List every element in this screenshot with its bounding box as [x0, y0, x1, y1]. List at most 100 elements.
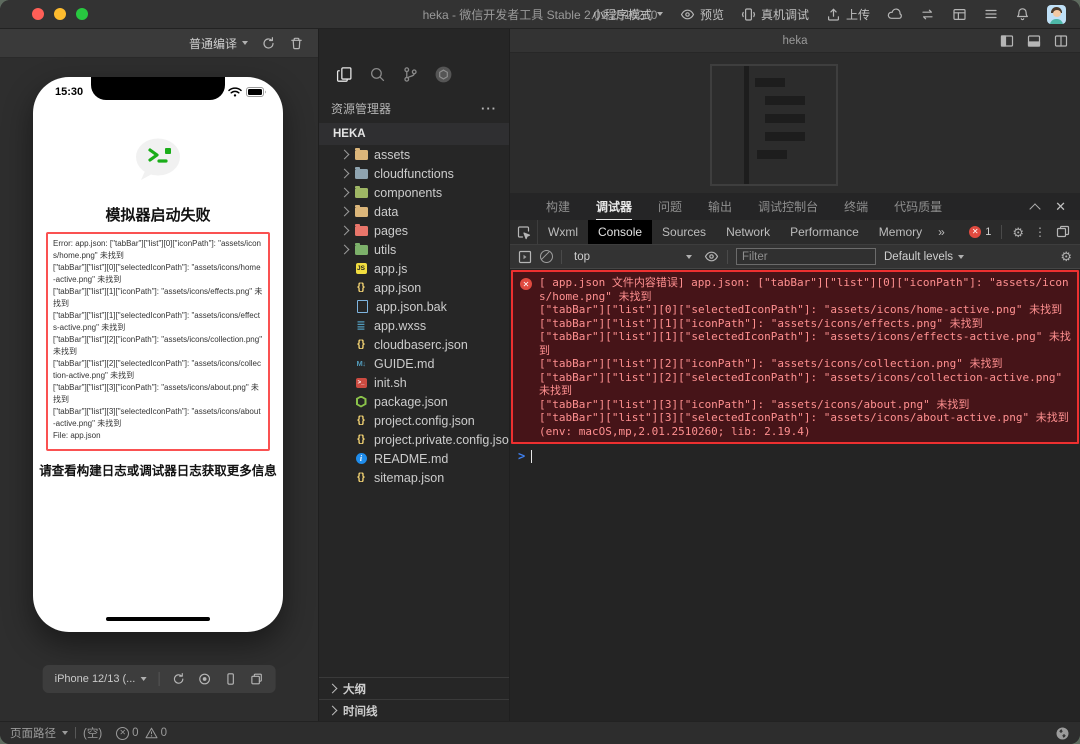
debugger-titlebar: heka — [510, 29, 1080, 53]
folder-icon — [355, 169, 368, 179]
recompile-icon[interactable] — [261, 36, 276, 51]
tree-file-GUIDE.md[interactable]: M↓GUIDE.md — [319, 354, 509, 373]
notifications-button[interactable] — [1015, 7, 1030, 22]
dock-side-icon[interactable] — [1056, 225, 1070, 239]
debugger-tab-问题[interactable]: 问题 — [658, 193, 682, 220]
more-actions-icon[interactable]: ··· — [481, 101, 497, 116]
multi-window-icon[interactable] — [249, 672, 263, 686]
project-root-row[interactable]: HEKA — [319, 123, 509, 145]
real-device-debug-button[interactable]: 真机调试 — [741, 6, 809, 23]
package-circle-icon — [434, 65, 453, 84]
console-error-entry[interactable]: ✕ [ app.json 文件内容错误] app.json: ["tabBar"… — [511, 270, 1079, 444]
console-settings-icon[interactable]: ⚙ — [1060, 250, 1072, 263]
tree-file-app.json.bak[interactable]: app.json.bak — [319, 297, 509, 316]
console-output: ✕ [ app.json 文件内容错误] app.json: ["tabBar"… — [510, 269, 1080, 721]
tree-folder-components[interactable]: components — [319, 183, 509, 202]
console-toolbar: top Filter Default levels ⚙ — [510, 245, 1080, 269]
tree-folder-utils[interactable]: utils — [319, 240, 509, 259]
console-filter-input[interactable]: Filter — [736, 248, 876, 265]
devtools-tab-performance[interactable]: Performance — [780, 220, 869, 244]
files-view-button[interactable] — [333, 63, 355, 85]
problems-indicator[interactable]: ✕0 0 — [116, 727, 167, 740]
upload-button[interactable]: 上传 — [826, 6, 870, 23]
outline-section[interactable]: 大纲 — [319, 677, 509, 699]
tree-file-package.json[interactable]: package.json — [319, 392, 509, 411]
tree-folder-pages[interactable]: pages — [319, 221, 509, 240]
close-panel-icon[interactable]: ✕ — [1055, 200, 1066, 213]
simulator-panel: 普通编译 15:30 — [0, 29, 319, 721]
toggle-split-panel-icon[interactable] — [1054, 34, 1068, 48]
minimize-window-button[interactable] — [54, 8, 66, 20]
clear-console-icon[interactable] — [540, 250, 553, 263]
console-error-line: [ app.json 文件内容错误] app.json: ["tabBar"][… — [539, 276, 1071, 303]
toggle-left-panel-icon[interactable] — [1000, 34, 1014, 48]
devtools-tab-console[interactable]: Console — [588, 220, 652, 244]
error-count-badge[interactable]: ✕ 1 — [969, 226, 991, 238]
devtools-tab-network[interactable]: Network — [716, 220, 780, 244]
timeline-section[interactable]: 时间线 — [319, 699, 509, 721]
debugger-tab-构建[interactable]: 构建 — [546, 193, 570, 220]
source-control-button[interactable] — [399, 63, 421, 85]
toggle-bottom-panel-icon[interactable] — [1027, 34, 1041, 48]
json-file-icon: {} — [354, 433, 368, 446]
devtools-tab-wxml[interactable]: Wxml — [538, 220, 588, 244]
tree-file-cloudbaserc.json[interactable]: {}cloudbaserc.json — [319, 335, 509, 354]
json-file-icon: {} — [354, 414, 368, 427]
tree-file-app.js[interactable]: JSapp.js — [319, 259, 509, 278]
phone-frame-icon[interactable] — [223, 672, 237, 686]
error-circle-icon: ✕ — [969, 226, 981, 238]
debugger-tab-代码质量[interactable]: 代码质量 — [894, 193, 942, 220]
miniprogram-mode-dropdown[interactable]: 小程序模式 — [592, 6, 663, 23]
record-screen-icon[interactable] — [197, 672, 211, 686]
folder-label: utils — [374, 243, 396, 257]
preview-button[interactable]: 预览 — [680, 6, 724, 23]
devtools-tab-sources[interactable]: Sources — [652, 220, 716, 244]
rotate-device-icon[interactable] — [171, 672, 185, 686]
devtools-tab-memory[interactable]: Memory — [869, 220, 932, 244]
devtools-menu-icon[interactable]: ⋮ — [1034, 225, 1046, 239]
folder-label: assets — [374, 148, 410, 162]
layout-button[interactable] — [952, 7, 967, 22]
upload-icon — [826, 7, 841, 22]
tree-file-app.wxss[interactable]: ≣app.wxss — [319, 316, 509, 335]
tree-folder-cloudfunctions[interactable]: cloudfunctions — [319, 164, 509, 183]
live-expression-eye-icon[interactable] — [704, 249, 719, 264]
error-line: ["tabBar"]["list"][3]["selectedIconPath"… — [53, 406, 263, 430]
sync-icon[interactable] — [1055, 726, 1070, 741]
error-line: File: app.json — [53, 430, 263, 442]
log-levels-select[interactable]: Default levels — [884, 251, 964, 263]
search-view-button[interactable] — [366, 63, 388, 85]
console-sidebar-icon[interactable] — [518, 250, 532, 264]
tree-folder-data[interactable]: data — [319, 202, 509, 221]
debugger-tab-输出[interactable]: 输出 — [708, 193, 732, 220]
compare-button[interactable] — [920, 7, 935, 22]
npm-view-button[interactable] — [432, 63, 454, 85]
debugger-tab-终端[interactable]: 终端 — [844, 193, 868, 220]
tree-folder-assets[interactable]: assets — [319, 145, 509, 164]
clear-cache-trash-icon[interactable] — [289, 36, 304, 51]
inspect-element-button[interactable] — [510, 220, 538, 244]
debugger-tab-bar: 构建调试器问题输出调试控制台终端代码质量 ✕ — [510, 193, 1080, 220]
menu-button[interactable] — [984, 7, 998, 21]
project-name: HEKA — [333, 128, 366, 140]
zoom-window-button[interactable] — [76, 8, 88, 20]
close-window-button[interactable] — [32, 8, 44, 20]
cloud-button[interactable] — [887, 7, 903, 22]
devtools-settings-icon[interactable]: ⚙ — [1012, 226, 1024, 239]
tree-file-app.json[interactable]: {}app.json — [319, 278, 509, 297]
more-tabs-icon[interactable]: » — [932, 225, 951, 239]
tree-file-sitemap.json[interactable]: {}sitemap.json — [319, 468, 509, 487]
user-avatar[interactable] — [1047, 5, 1066, 24]
collapse-panel-icon[interactable] — [1029, 203, 1040, 214]
console-context-select[interactable]: top — [570, 251, 696, 263]
tree-file-project.config.json[interactable]: {}project.config.json — [319, 411, 509, 430]
compile-mode-dropdown[interactable]: 普通编译 — [189, 35, 248, 52]
tree-file-init.sh[interactable]: >_init.sh — [319, 373, 509, 392]
tree-file-README.md[interactable]: iREADME.md — [319, 449, 509, 468]
device-model-dropdown[interactable]: iPhone 12/13 (... — [55, 673, 147, 685]
console-prompt[interactable]: > — [510, 445, 1080, 467]
tree-file-project.private.config.json[interactable]: {}project.private.config.json — [319, 430, 509, 449]
page-path-dropdown[interactable]: 页面路径 | (空) — [10, 725, 102, 741]
debugger-tab-调试控制台[interactable]: 调试控制台 — [758, 193, 818, 220]
debugger-tab-调试器[interactable]: 调试器 — [596, 193, 632, 220]
